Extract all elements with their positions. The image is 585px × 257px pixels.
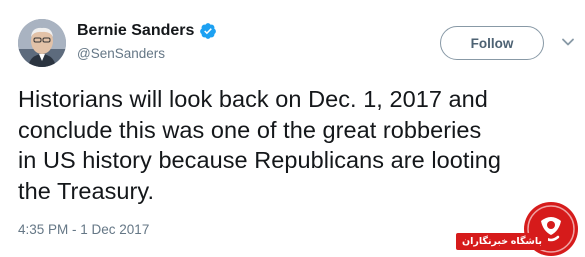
tweet-text: Historians will look back on Dec. 1, 201…: [18, 84, 573, 206]
tweet-text-line: conclude this was one of the great robbe…: [18, 116, 482, 143]
tweet-card: Bernie Sanders @SenSanders Follow Histor…: [0, 0, 585, 257]
chevron-down-icon[interactable]: [560, 34, 576, 50]
watermark: باشگاه خبرنگاران: [440, 195, 585, 257]
avatar[interactable]: [18, 19, 66, 67]
tweet-header: Bernie Sanders @SenSanders Follow: [0, 0, 585, 80]
display-name[interactable]: Bernie Sanders: [77, 22, 194, 40]
tweet-text-line: Historians will look back on Dec. 1, 201…: [18, 86, 488, 112]
user-handle[interactable]: @SenSanders: [77, 46, 165, 61]
name-row: Bernie Sanders: [77, 22, 217, 40]
tweet-timestamp[interactable]: 4:35 PM - 1 Dec 2017: [18, 222, 149, 237]
follow-button[interactable]: Follow: [440, 26, 544, 60]
tweet-text-line: in US history because Republicans are lo…: [18, 147, 501, 173]
watermark-text: باشگاه خبرنگاران: [456, 233, 548, 250]
verified-badge-icon: [199, 22, 217, 40]
